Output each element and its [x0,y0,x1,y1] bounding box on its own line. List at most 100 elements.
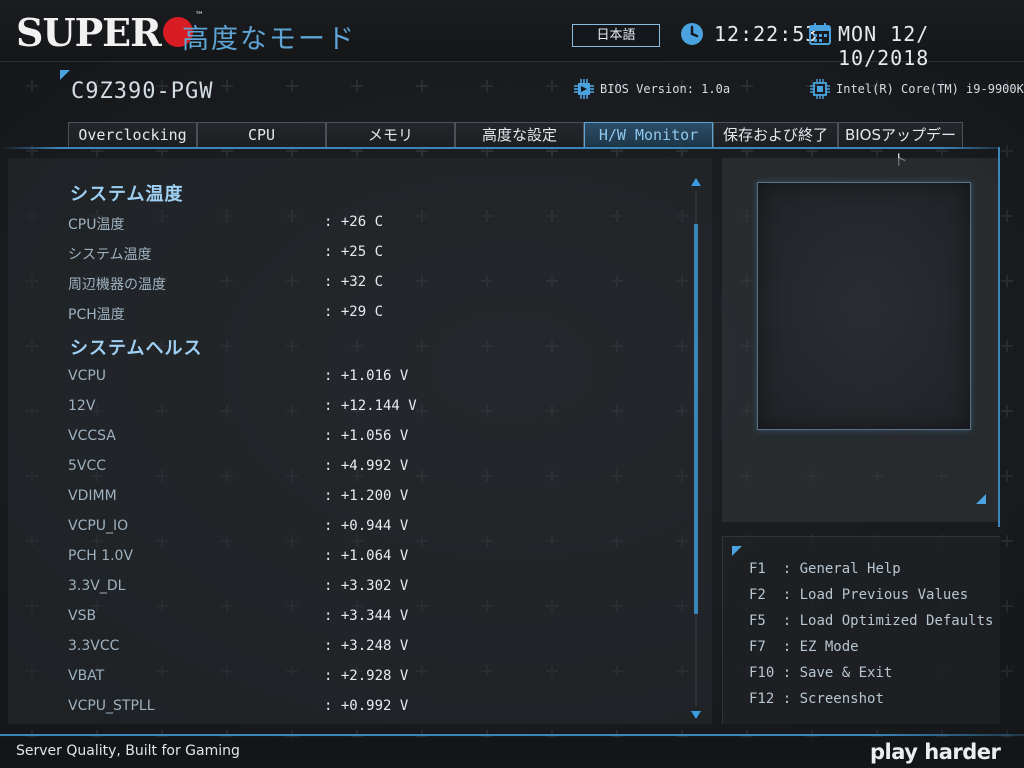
item-value: : +3.344 V [324,608,409,624]
board-model: C9Z390-PGW [71,79,214,104]
help-key: F10 [749,665,775,681]
item-value: : +3.248 V [324,638,409,654]
list-item: VCPU : +1.016 V [68,368,628,390]
item-label: システム温度 [68,247,152,263]
help-text: : Save & Exit [782,665,893,681]
language-button[interactable]: 日本語 [572,24,660,47]
tab-memory[interactable]: メモリ [326,122,455,148]
list-item: VCPU_IO : +0.944 V [68,518,628,540]
item-label: 12V [68,398,96,414]
help-item: F5 : Load Optimized Defaults [749,613,993,629]
cpu-name-text: Intel(R) Core(TM) i9-9900K [836,82,1024,96]
help-text: : EZ Mode [782,639,859,655]
item-value: : +32 C [324,274,384,290]
item-label: 周辺機器の温度 [68,277,166,293]
help-item: F1 : General Help [749,561,901,577]
corner-accent [976,494,986,504]
cpu-chip-icon [810,79,830,99]
top-bar: SUPER ™ 高度なモード 日本語 12:22:53 MON 12/ 10/20… [0,0,1024,70]
bios-version: BIOS Version: 1.0a [572,77,730,101]
item-value: : +1.056 V [324,428,409,444]
item-value: : +0.944 V [324,518,409,534]
list-item: VCCSA : +1.056 V [68,428,628,450]
scroll-up-arrow-icon[interactable] [691,178,701,186]
list-item: PCH 1.0V : +1.064 V [68,548,628,570]
list-item: システム温度 : +25 C [68,244,628,266]
item-description-box [757,182,971,430]
item-value: : +1.016 V [324,368,409,384]
bios-version-text: BIOS Version: 1.0a [600,82,731,96]
help-key: F12 [749,691,775,707]
tab-divider [0,147,1000,149]
panel-edge-line [998,147,1000,527]
clock-date: MON 12/ 10/2018 [838,22,930,70]
mode-title: 高度なモード [182,24,356,55]
help-item: F10 : Save & Exit [749,665,892,681]
calendar-icon [809,23,831,45]
chip-icon [574,79,594,99]
help-key: F1 [749,561,775,577]
list-item: 3.3V_DL : +3.302 V [68,578,628,600]
item-label: PCH温度 [68,307,125,323]
clock-icon [681,23,703,45]
list-item: 周辺機器の温度 : +32 C [68,274,628,296]
help-item: F7 : EZ Mode [749,639,859,655]
list-item: CPU温度 : +26 C [68,214,628,236]
scroll-thumb[interactable] [694,224,698,614]
item-label: VCPU_STPLL [68,698,155,714]
tab-overclocking[interactable]: Overclocking [68,122,197,148]
item-value: : +0.992 V [324,698,409,714]
footer-tagline: Server Quality, Built for Gaming [16,743,240,759]
corner-accent [60,70,70,80]
play-harder-logo: play harder [870,740,1001,764]
tab-advanced[interactable]: 高度な設定 [455,122,584,148]
tab-hw-monitor[interactable]: H/W Monitor [584,122,713,148]
brand-text: SUPER [16,9,162,55]
help-key: F7 [749,639,775,655]
tab-bar: Overclocking CPU メモリ 高度な設定 H/W Monitor 保… [68,122,963,169]
help-text: : Screenshot [782,691,884,707]
scrollbar[interactable] [691,178,701,719]
section-title-health: システムヘルス [70,338,203,359]
item-value: : +1.064 V [324,548,409,564]
help-text: : Load Previous Values [782,587,969,603]
item-value: : +3.302 V [324,578,409,594]
clock-time: 12:22:53 [714,22,819,46]
item-label: VCPU_IO [68,518,129,534]
section-title-temperature: システム温度 [70,184,184,205]
help-item: F2 : Load Previous Values [749,587,968,603]
tab-save-exit[interactable]: 保存および終了 [713,122,838,148]
item-label: VCPU [68,368,107,384]
list-item: VSB : +3.344 V [68,608,628,630]
item-label: PCH 1.0V [68,548,134,564]
item-value: : +25 C [324,244,384,260]
item-label: 5VCC [68,458,107,474]
list-item: PCH温度 : +29 C [68,304,628,326]
corner-accent [732,546,742,556]
help-key: F2 [749,587,775,603]
list-item: VDIMM : +1.200 V [68,488,628,510]
item-value: : +12.144 V [324,398,417,414]
item-value: : +29 C [324,304,384,320]
list-item: 5VCC : +4.992 V [68,458,628,480]
item-label: VCCSA [68,428,116,444]
list-item: VBAT : +2.928 V [68,668,628,690]
item-label: VBAT [68,668,105,684]
help-item: F12 : Screenshot [749,691,884,707]
item-label: VSB [68,608,97,624]
cpu-info: Intel(R) Core(TM) i9-9900K [808,77,1024,101]
item-label: VDIMM [68,488,117,504]
item-value: : +2.928 V [324,668,409,684]
tab-bios-update[interactable]: BIOSアップデート [838,122,963,169]
item-value: : +1.200 V [324,488,409,504]
item-label: 3.3VCC [68,638,120,654]
item-value: : +4.992 V [324,458,409,474]
help-text: : Load Optimized Defaults [782,613,994,629]
item-label: 3.3V_DL [68,578,126,594]
scroll-down-arrow-icon[interactable] [691,711,701,719]
list-item: 12V : +12.144 V [68,398,628,420]
list-item: 3.3VCC : +3.248 V [68,638,628,660]
tab-cpu[interactable]: CPU [197,122,326,148]
footer-divider [0,734,1024,736]
list-item: VCPU_STPLL : +0.992 V [68,698,628,720]
